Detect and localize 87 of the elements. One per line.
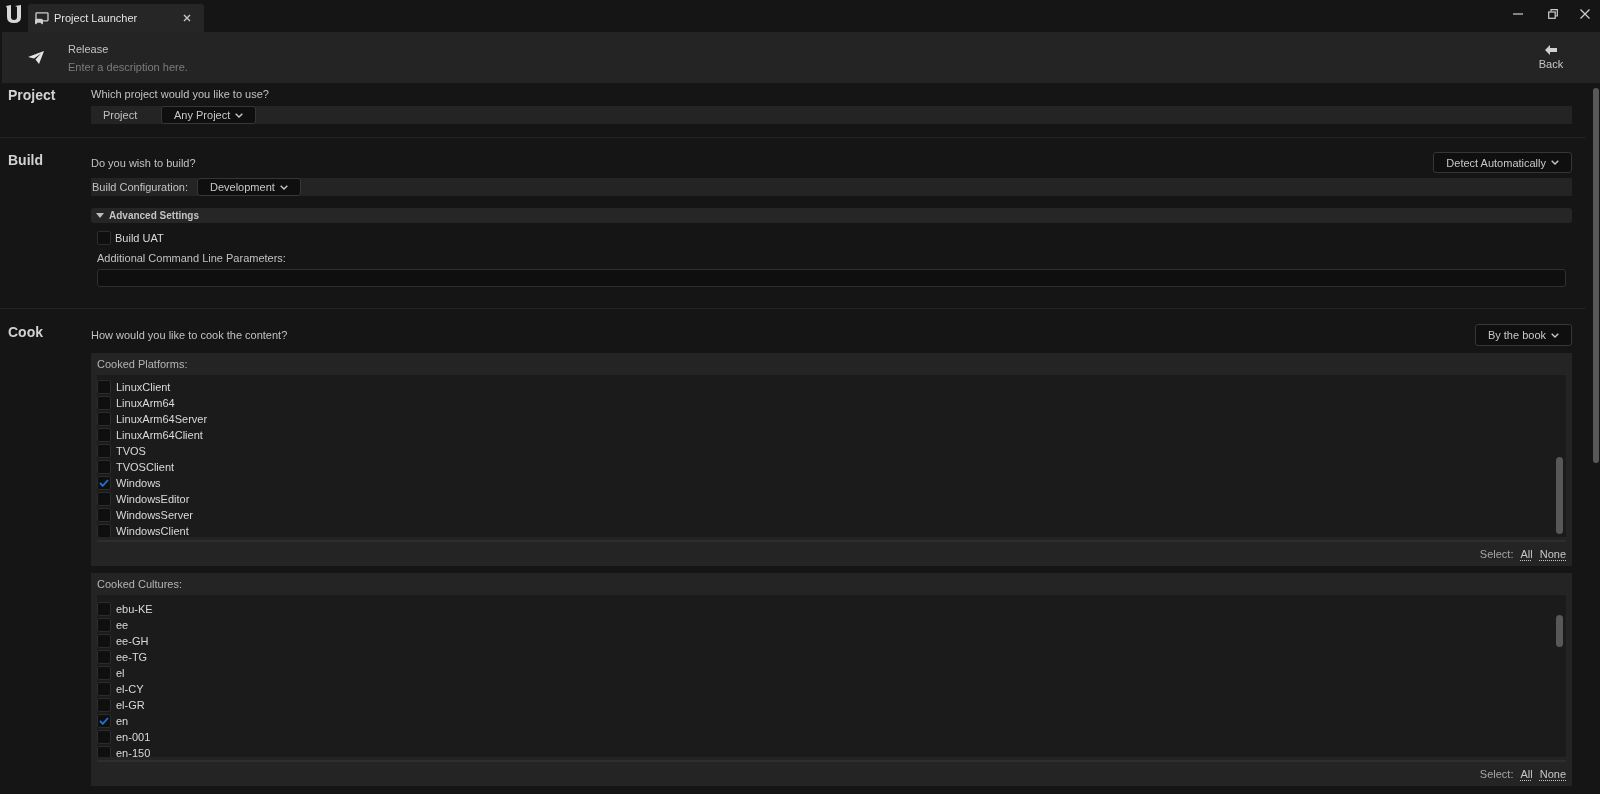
checkbox-label: Windows	[116, 477, 161, 489]
checkbox[interactable]	[97, 714, 111, 728]
checkbox[interactable]	[97, 746, 111, 757]
description-field[interactable]: Enter a description here.	[68, 59, 388, 74]
close-icon	[183, 14, 191, 22]
project-dropdown[interactable]: Any Project	[161, 106, 257, 124]
section-title: Build	[7, 152, 44, 169]
checkbox[interactable]	[97, 618, 111, 632]
select-link[interactable]: None	[1539, 768, 1566, 780]
monitor-gamepad-icon	[35, 11, 49, 25]
checkbox[interactable]	[97, 380, 111, 394]
checkbox[interactable]	[97, 476, 111, 490]
checkbox[interactable]	[97, 602, 111, 616]
checkbox[interactable]	[97, 412, 111, 426]
paper-plane-icon	[28, 51, 44, 64]
chevron-down-icon	[279, 184, 288, 190]
checkmark-icon	[99, 479, 109, 487]
question-text: Do you wish to build?	[91, 155, 196, 170]
panel-title: Cooked Cultures:	[97, 577, 183, 592]
select-link[interactable]: None	[1539, 548, 1566, 560]
configuration-dropdown[interactable]: Development	[197, 178, 301, 196]
scrollbar-thumb[interactable]	[1556, 457, 1563, 534]
checkbox-label: el-GR	[116, 699, 145, 711]
checkbox[interactable]	[97, 634, 111, 648]
checkbox[interactable]	[97, 396, 111, 410]
advanced-settings-toggle[interactable]: Advanced Settings	[91, 208, 1572, 223]
checkbox[interactable]	[97, 650, 111, 664]
select-label: Select:	[1479, 548, 1514, 560]
input-field[interactable]	[97, 269, 1566, 287]
close-icon	[1580, 9, 1590, 19]
profile-name[interactable]: Release	[68, 41, 388, 56]
checkbox[interactable]	[97, 428, 111, 442]
checkbox-label: WindowsServer	[116, 509, 194, 521]
checkbox-label: TVOS	[116, 445, 146, 457]
checkbox-label: LinuxArm64Client	[116, 429, 203, 441]
property-label: Build Configuration:	[92, 181, 189, 193]
checkbox[interactable]	[97, 492, 111, 506]
caret-down-icon	[96, 213, 104, 218]
scrollbar-thumb[interactable]	[1593, 88, 1599, 463]
checkbox[interactable]	[97, 682, 111, 696]
checkbox-label: ee-GH	[116, 635, 149, 647]
restore-icon	[1547, 9, 1558, 19]
checkbox-label: ee	[116, 619, 129, 631]
section-title: Project	[7, 87, 57, 104]
checkbox-label: LinuxArm64Server	[116, 413, 208, 425]
question-text: How would you like to cook the content?	[91, 328, 288, 342]
checkbox[interactable]	[97, 666, 111, 680]
build-mode-dropdown[interactable]: Detect Automatically	[1433, 152, 1572, 173]
checkbox-label: ebu-KE	[116, 603, 153, 615]
chevron-down-icon	[1551, 332, 1559, 338]
checkbox-label: LinuxArm64	[116, 397, 175, 409]
field-label: Additional Command Line Parameters:	[97, 252, 287, 264]
chevron-down-icon	[235, 112, 244, 118]
section-title: Cook	[7, 324, 44, 341]
panel-title: Cooked Platforms:	[97, 357, 189, 372]
minimize-icon	[1512, 13, 1523, 15]
checkbox-label: el	[116, 667, 125, 679]
select-label: Select:	[1479, 768, 1514, 780]
scrollbar-thumb[interactable]	[1556, 615, 1563, 647]
checkmark-icon	[99, 717, 109, 725]
checkbox[interactable]	[97, 231, 111, 245]
checkbox[interactable]	[97, 460, 111, 474]
checkbox-label: el-CY	[116, 683, 144, 695]
checkbox[interactable]	[97, 698, 111, 712]
select-link[interactable]: All	[1520, 768, 1533, 780]
tab[interactable]: Project Launcher	[28, 4, 204, 32]
checkbox-label: WindowsEditor	[116, 493, 190, 505]
chevron-down-icon	[1551, 160, 1559, 165]
checkbox-label: en-001	[116, 731, 151, 743]
property-label: Project	[103, 109, 139, 121]
checkbox-label: Build UAT	[115, 232, 164, 244]
checkbox-label: TVOSClient	[116, 461, 175, 473]
checkbox[interactable]	[97, 444, 111, 458]
checkbox[interactable]	[97, 730, 111, 744]
checkbox-label: LinuxClient	[116, 381, 171, 393]
checkbox-label: en-150	[116, 747, 151, 757]
checkbox[interactable]	[97, 508, 111, 522]
checkbox[interactable]	[97, 524, 111, 537]
cook-mode-dropdown[interactable]: By the book	[1474, 324, 1572, 346]
select-link[interactable]: All	[1520, 548, 1533, 560]
back-button[interactable]: Back	[1533, 40, 1569, 75]
checkbox-label: en	[116, 715, 129, 727]
logo-icon[interactable]	[5, 4, 24, 24]
checkbox-label: ee-TG	[116, 651, 148, 663]
question-text: Which project would you like to use?	[91, 87, 270, 101]
checkbox-label: WindowsClient	[116, 525, 189, 537]
arrow-left-icon	[1545, 45, 1557, 55]
